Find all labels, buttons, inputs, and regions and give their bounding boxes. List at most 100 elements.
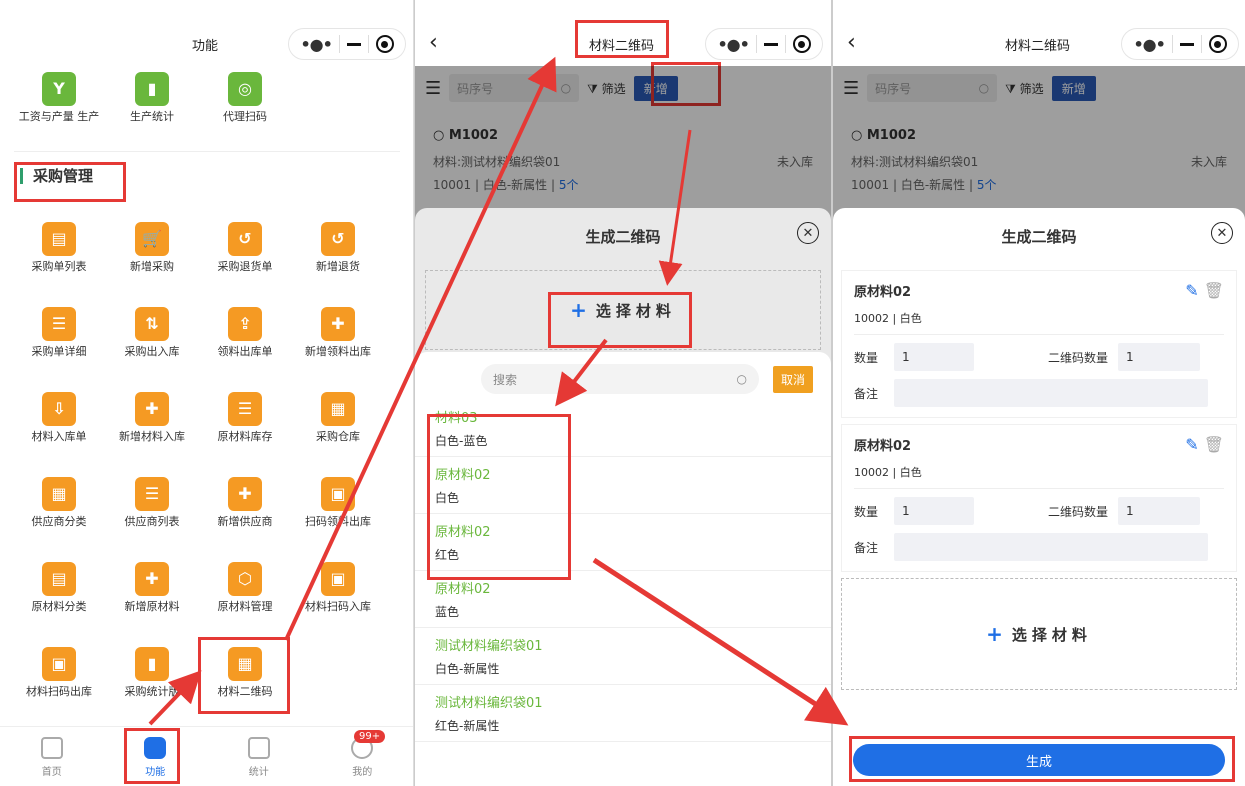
tile-item[interactable]: ▮ 采购统计版 [107, 647, 197, 698]
tile-label: 新增退货 [316, 260, 360, 273]
note-label: 备注 [854, 540, 879, 555]
tile-icon: ✚ [228, 477, 262, 511]
tile-item[interactable]: ☰ 原材料库存 [200, 392, 290, 443]
minimize-icon[interactable] [763, 42, 778, 46]
tile-icon: ▤ [42, 222, 76, 256]
back-icon[interactable]: ‹ [429, 30, 438, 55]
tab-home[interactable]: 首页 [0, 727, 104, 786]
edit-icon[interactable]: ✎ [1185, 281, 1198, 300]
tile-agent-scan[interactable]: ◎ 代理扫码 [200, 72, 290, 123]
qr-qty-input[interactable]: 1 [1118, 497, 1200, 525]
tile-icon: ↺ [228, 222, 262, 256]
note-input[interactable] [894, 379, 1208, 407]
tile-item[interactable]: ▣ 材料扫码出库 [14, 647, 104, 698]
trash-icon[interactable]: 🗑 [1204, 435, 1224, 454]
tile-label: 新增材料入库 [119, 430, 185, 443]
tile-item[interactable]: ⇩ 材料入库单 [14, 392, 104, 443]
page-title: 材料二维码 [1005, 39, 1071, 54]
page-title: 功能 [192, 39, 219, 54]
tile-icon: ⇅ [135, 307, 169, 341]
tile-icon: ⬡ [228, 562, 262, 596]
tile-label: 新增供应商 [217, 515, 273, 528]
select-material-button[interactable]: + 选择材料 [841, 578, 1237, 690]
close-target-icon[interactable] [792, 35, 811, 53]
notification-badge: 99+ [354, 730, 386, 743]
highlight-box [548, 292, 692, 348]
qty-input[interactable]: 1 [894, 497, 974, 525]
highlight-box [427, 414, 571, 580]
tile-icon: ⇪ [228, 307, 262, 341]
minimize-icon[interactable] [346, 42, 361, 46]
more-icon[interactable]: •●• [300, 35, 332, 54]
tile-item[interactable]: ⬡ 原材料管理 [200, 562, 290, 613]
list-item[interactable]: 测试材料编织袋01 红色-新属性 [415, 685, 831, 742]
trash-icon[interactable]: 🗑 [1204, 281, 1224, 300]
back-icon[interactable]: ‹ [847, 30, 856, 55]
material-form: 原材料02 ✎ 🗑 10002 | 白色 数量 1 二维码数量 1 备注 [841, 424, 1237, 572]
qr-select-panel: ‹ 材料二维码 •●• ☰ 码序号 ○ ⧩ 筛选 新增 ○ M1002 材料:测试… [414, 0, 832, 786]
tile-item[interactable]: ✚ 新增原材料 [107, 562, 197, 613]
tile-label: 新增领料出库 [305, 345, 371, 358]
more-icon[interactable]: •●• [1133, 35, 1165, 54]
tile-item[interactable]: ▤ 采购单列表 [14, 222, 104, 273]
cancel-button[interactable]: 取消 [773, 365, 814, 393]
item-name: 原材料02 [435, 582, 491, 597]
note-input[interactable] [894, 533, 1208, 561]
mini-program-capsule[interactable]: •●• [705, 28, 823, 60]
picker-search-input[interactable]: 搜索 ○ [481, 364, 759, 394]
edit-icon[interactable]: ✎ [1185, 435, 1198, 454]
qr-generate-panel: ‹ 材料二维码 •●• ☰ 码序号 ○ ⧩ 筛选 新增 ○ M1002 材料:测试… [832, 0, 1245, 786]
item-attr: 白色-新属性 [435, 662, 500, 676]
highlight-box [849, 736, 1235, 782]
tile-label: 材料扫码出库 [26, 685, 92, 698]
tile-label: 原材料分类 [31, 600, 87, 613]
tile-production-stats[interactable]: ▮ 生产统计 [107, 72, 197, 123]
list-item[interactable]: 测试材料编织袋01 白色-新属性 [415, 628, 831, 685]
item-attr: 红色-新属性 [435, 719, 500, 733]
highlight-box [14, 162, 126, 202]
tile-item[interactable]: ✚ 新增材料入库 [107, 392, 197, 443]
tile-icon: ✚ [321, 307, 355, 341]
tab-stats[interactable]: 统计 [207, 727, 311, 786]
tile-icon: 🛒 [135, 222, 169, 256]
tile-item[interactable]: ⇪ 领料出库单 [200, 307, 290, 358]
tile-label: 工资与产量 生产 [18, 110, 100, 123]
tile-icon: ▮ [135, 647, 169, 681]
tile-item[interactable]: ▣ 材料扫码入库 [293, 562, 383, 613]
stats-icon [247, 737, 270, 759]
tile-item[interactable]: ☰ 采购单详细 [14, 307, 104, 358]
tile-item[interactable]: ▣ 扫码领料出库 [293, 477, 383, 528]
qr-qty-input[interactable]: 1 [1118, 343, 1200, 371]
function-panel: 功能 •●• Y 工资与产量 生产 ▮ 生产统计 ◎ 代理扫码 采购管理 ▤ 采购单列表… [0, 0, 414, 786]
tile-icon: ▦ [321, 392, 355, 426]
tile-label: 原材料库存 [217, 430, 273, 443]
tile-item[interactable]: ✚ 新增供应商 [200, 477, 290, 528]
qty-input[interactable]: 1 [894, 343, 974, 371]
tile-item[interactable]: 🛒 新增采购 [107, 222, 197, 273]
tile-item[interactable]: ↺ 采购退货单 [200, 222, 290, 273]
tile-icon: ☰ [228, 392, 262, 426]
close-icon[interactable]: ✕ [797, 222, 819, 244]
tile-item[interactable]: ☰ 供应商列表 [107, 477, 197, 528]
item-name: 测试材料编织袋01 [435, 696, 543, 711]
tile-label: 供应商列表 [124, 515, 180, 528]
minimize-icon[interactable] [1179, 42, 1194, 46]
more-icon[interactable]: •●• [717, 35, 749, 54]
tile-item[interactable]: ▦ 采购仓库 [293, 392, 383, 443]
sheet-title: 生成二维码 [585, 228, 661, 246]
close-target-icon[interactable] [375, 35, 394, 53]
tile-item[interactable]: ↺ 新增退货 [293, 222, 383, 273]
tile-wage-production[interactable]: Y 工资与产量 生产 [14, 72, 104, 123]
close-target-icon[interactable] [1208, 35, 1227, 53]
close-icon[interactable]: ✕ [1211, 222, 1233, 244]
tile-label: 采购退货单 [217, 260, 273, 273]
mini-program-capsule[interactable]: •●• [288, 28, 406, 60]
material-form: 原材料02 ✎ 🗑 10002 | 白色 数量 1 二维码数量 1 备注 [841, 270, 1237, 418]
y-icon: Y [42, 72, 76, 106]
tile-item[interactable]: ✚ 新增领料出库 [293, 307, 383, 358]
tile-item[interactable]: ⇅ 采购出入库 [107, 307, 197, 358]
form-sub: 10002 | 白色 [854, 312, 922, 325]
tile-item[interactable]: ▤ 原材料分类 [14, 562, 104, 613]
tile-item[interactable]: ▦ 供应商分类 [14, 477, 104, 528]
mini-program-capsule[interactable]: •●• [1121, 28, 1239, 60]
